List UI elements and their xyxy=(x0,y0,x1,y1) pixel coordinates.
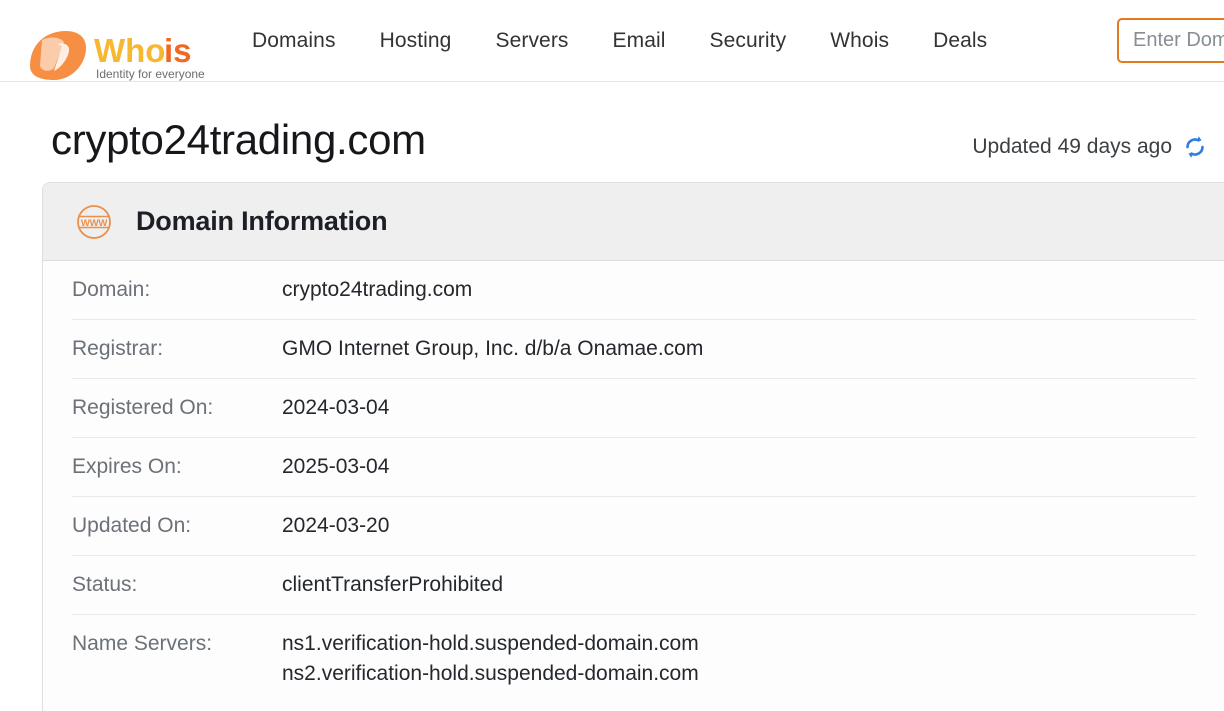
card-header: WWW Domain Information xyxy=(43,183,1224,261)
row-value: clientTransferProhibited xyxy=(282,573,503,596)
nav-item-hosting[interactable]: Hosting xyxy=(358,29,474,53)
row-value: 2024-03-20 xyxy=(282,514,390,537)
row-registered-on: Registered On: 2024-03-04 xyxy=(43,379,1224,438)
row-value: 2025-03-04 xyxy=(282,455,390,478)
row-label: Status: xyxy=(72,573,138,596)
row-label: Updated On: xyxy=(72,514,192,537)
row-domain: Domain: crypto24trading.com xyxy=(43,261,1224,320)
row-value: GMO Internet Group, Inc. d/b/a Onamae.co… xyxy=(282,337,704,360)
nav-item-deals[interactable]: Deals xyxy=(911,29,1009,53)
name-server-line: ns1.verification-hold.suspended-domain.c… xyxy=(282,632,699,655)
main-nav: Domains Hosting Servers Email Security W… xyxy=(230,0,1009,81)
domain-information-card: WWW Domain Information Domain: crypto24t… xyxy=(42,182,1224,711)
row-label: Name Servers: xyxy=(72,632,213,655)
row-value: 2024-03-04 xyxy=(282,396,390,419)
svg-text:WWW: WWW xyxy=(81,218,108,229)
row-value: ns1.verification-hold.suspended-domain.c… xyxy=(282,629,699,689)
card-body: Domain: crypto24trading.com Registrar: G… xyxy=(43,261,1224,711)
row-label: Domain: xyxy=(72,278,151,301)
svg-text:Who: Who xyxy=(94,32,165,69)
row-value: crypto24trading.com xyxy=(282,278,473,301)
name-server-line: ns2.verification-hold.suspended-domain.c… xyxy=(282,662,699,685)
row-label: Expires On: xyxy=(72,455,182,478)
site-header: Who is Identity for everyone Domains Hos… xyxy=(0,0,1224,82)
row-label: Registered On: xyxy=(72,396,214,419)
row-updated-on: Updated On: 2024-03-20 xyxy=(43,497,1224,556)
page-title: crypto24trading.com xyxy=(51,116,426,163)
whois-logo[interactable]: Who is Identity for everyone xyxy=(14,14,210,81)
nav-item-security[interactable]: Security xyxy=(688,29,809,53)
row-label: Registrar: xyxy=(72,337,164,360)
nav-item-whois[interactable]: Whois xyxy=(808,29,911,53)
row-status: Status: clientTransferProhibited xyxy=(43,556,1224,615)
domain-search xyxy=(1117,18,1224,63)
card-title: Domain Information xyxy=(136,206,388,236)
svg-text:Identity for everyone: Identity for everyone xyxy=(96,67,205,81)
row-name-servers: Name Servers: ns1.verification-hold.susp… xyxy=(43,615,1224,701)
www-globe-icon: WWW xyxy=(77,204,111,239)
nav-item-email[interactable]: Email xyxy=(591,29,688,53)
nav-item-domains[interactable]: Domains xyxy=(230,29,358,53)
refresh-icon xyxy=(1186,136,1204,158)
domain-search-input[interactable] xyxy=(1117,18,1224,63)
updated-label: Updated 49 days ago xyxy=(972,135,1172,158)
refresh-button[interactable] xyxy=(1182,134,1208,160)
page-root: Who is Identity for everyone Domains Hos… xyxy=(0,0,1224,711)
row-registrar: Registrar: GMO Internet Group, Inc. d/b/… xyxy=(43,320,1224,379)
whois-logo-svg: Who is Identity for everyone xyxy=(30,31,205,81)
svg-text:is: is xyxy=(164,32,192,69)
row-expires-on: Expires On: 2025-03-04 xyxy=(43,438,1224,497)
nav-item-servers[interactable]: Servers xyxy=(473,29,590,53)
updated-status: Updated 49 days ago xyxy=(972,134,1208,160)
